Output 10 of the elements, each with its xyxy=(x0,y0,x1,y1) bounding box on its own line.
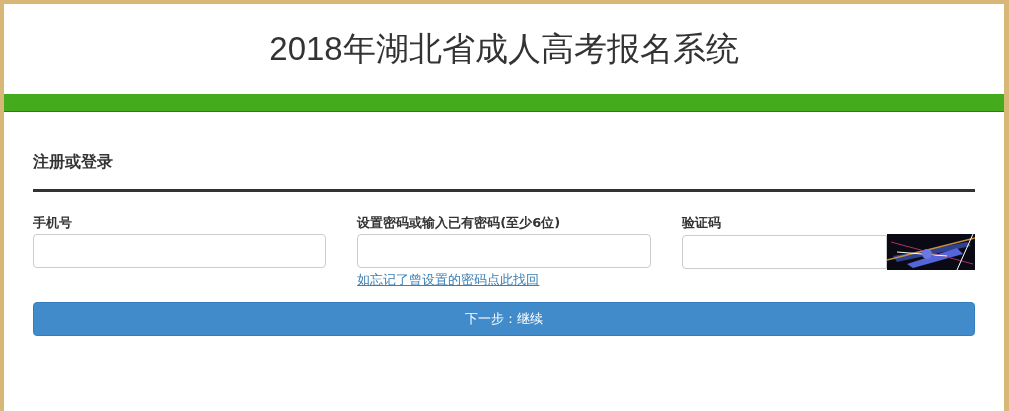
phone-field[interactable] xyxy=(33,234,327,268)
page-title: 2018年湖北省成人高考报名系统 xyxy=(269,28,739,69)
forgot-password-link[interactable]: 如忘记了曾设置的密码点此找回 xyxy=(357,271,540,289)
field-label: 验证码 xyxy=(681,214,722,230)
password-field[interactable] xyxy=(357,234,651,268)
captcha-field[interactable] xyxy=(681,235,887,269)
field-label: 手机号 xyxy=(33,214,73,230)
section-heading: 注册或登录 xyxy=(33,152,114,173)
next-button[interactable]: 下一步：继续 xyxy=(33,302,975,336)
field-label: 设置密码或输入已有密码(至少6位) xyxy=(357,214,562,230)
